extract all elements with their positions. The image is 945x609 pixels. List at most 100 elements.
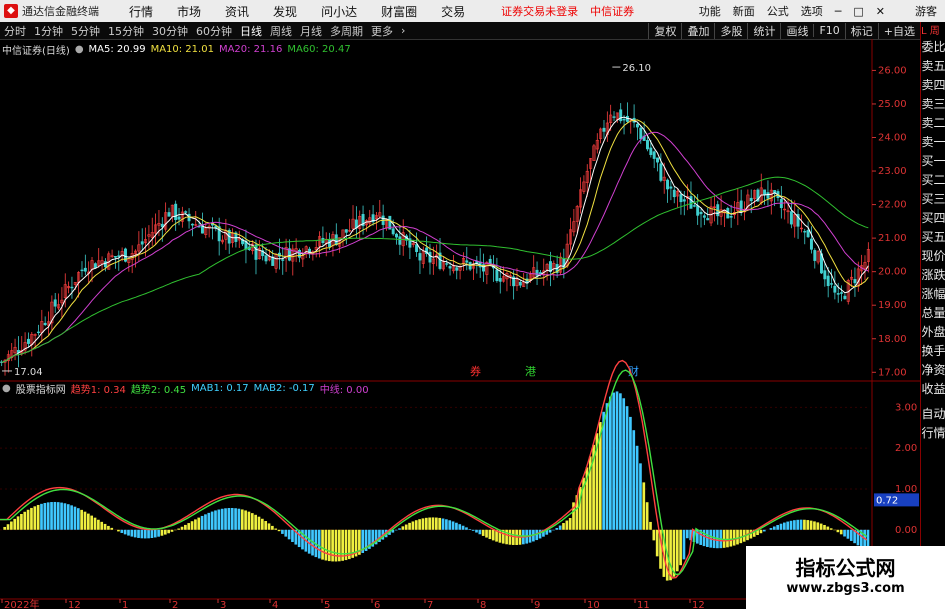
menu-new-page[interactable]: 新面	[733, 3, 755, 19]
side-item[interactable]: 卖四	[921, 76, 945, 95]
indicator-bar	[605, 403, 609, 530]
menu-item-news[interactable]: 资讯	[225, 3, 249, 20]
side-item[interactable]: 行情	[921, 424, 945, 443]
x-axis: 2022年 12 1 2 3 4 5 6 7 8 9 10 11 12	[0, 598, 872, 609]
x-tick-label: 1	[122, 600, 128, 609]
btn-draw[interactable]: 画线	[780, 22, 813, 39]
side-item[interactable]: 收益	[921, 380, 945, 399]
indicator-bar	[327, 529, 331, 562]
indicator-bar	[271, 525, 274, 530]
btn-overlay[interactable]: 叠加	[681, 22, 714, 39]
side-item[interactable]: 外盘	[921, 323, 945, 342]
side-item[interactable]: 买四	[921, 209, 945, 228]
broker-name[interactable]: 中信证券	[590, 3, 634, 19]
side-item[interactable]: 卖一	[921, 133, 945, 152]
stock-title[interactable]: 中信证券(日线)	[2, 42, 70, 57]
chart-canvas[interactable]: 26.0025.0024.0023.0022.0021.0020.0019.00…	[0, 39, 920, 609]
login-warning[interactable]: 证券交易未登录	[501, 3, 578, 19]
side-item[interactable]: 涨幅	[921, 285, 945, 304]
period-timeshare[interactable]: 分时	[0, 23, 30, 39]
menu-item-ask[interactable]: 问小达	[321, 3, 357, 20]
indicator-bar	[187, 523, 191, 530]
side-item[interactable]: 买三	[921, 190, 945, 209]
indicator-title[interactable]: 股票指标网	[16, 381, 66, 396]
period-5min[interactable]: 5分钟	[67, 23, 104, 39]
indicator-bar	[204, 514, 207, 530]
menu-item-quotes[interactable]: 行情	[129, 3, 153, 20]
side-item[interactable]: 现价	[921, 247, 945, 266]
menu-item-discover[interactable]: 发现	[273, 3, 297, 20]
side-item[interactable]: 买一	[921, 152, 945, 171]
candle-body	[836, 293, 840, 295]
candle-body	[70, 286, 74, 289]
side-item[interactable]: 净资	[921, 361, 945, 380]
side-item[interactable]: 买二	[921, 171, 945, 190]
btn-f10[interactable]: F10	[813, 24, 844, 37]
menu-function[interactable]: 功能	[699, 3, 721, 19]
btn-statistics[interactable]: 统计	[747, 22, 780, 39]
side-item[interactable]: 总量	[921, 304, 945, 323]
period-monthly[interactable]: 月线	[296, 23, 326, 39]
indicator-bar	[639, 463, 642, 530]
menu-item-trade[interactable]: 交易	[441, 3, 465, 20]
btn-adjust[interactable]: 复权	[648, 22, 681, 39]
indicator-bar	[284, 529, 288, 537]
indicator-bar	[210, 511, 214, 530]
moving-averages	[1, 116, 869, 363]
menu-options[interactable]: 选项	[801, 3, 823, 19]
side-item[interactable]: 卖五	[921, 57, 945, 76]
candle-body	[699, 211, 703, 215]
candle-body	[830, 283, 833, 285]
indicator-bar	[558, 525, 562, 530]
guest-label[interactable]: 游客	[915, 3, 937, 19]
period-multi[interactable]: 多周期	[326, 23, 367, 39]
period-more[interactable]: 更多	[367, 23, 397, 39]
indicator-bar	[846, 529, 850, 539]
side-item[interactable]: 委比	[921, 38, 945, 57]
indicator-bar	[424, 517, 428, 530]
period-30min[interactable]: 30分钟	[148, 23, 192, 39]
side-corner[interactable]: L 周	[921, 22, 940, 37]
period-toolbar: 分时 1分钟 5分钟 15分钟 30分钟 60分钟 日线 周线 月线 多周期 更…	[0, 22, 920, 40]
period-weekly[interactable]: 周线	[266, 23, 296, 39]
side-item[interactable]: 卖二	[921, 114, 945, 133]
period-15min[interactable]: 15分钟	[104, 23, 148, 39]
indicator-bar	[291, 529, 294, 542]
period-60min[interactable]: 60分钟	[192, 23, 236, 39]
indicator-bar	[562, 523, 565, 530]
period-daily[interactable]: 日线	[236, 23, 266, 39]
sub-grid	[0, 406, 870, 531]
x-tick-label: 12	[692, 600, 705, 609]
btn-mark[interactable]: 标记	[844, 22, 878, 39]
menu-formula[interactable]: 公式	[767, 3, 789, 19]
indicator-bar	[234, 508, 237, 530]
btn-add-watchlist[interactable]: +自选	[877, 22, 920, 39]
menu-item-wealth[interactable]: 财富圈	[381, 3, 417, 20]
sub-y-tick-label: 0.00	[895, 525, 917, 536]
indicator-bar	[682, 529, 686, 560]
indicator-bar	[836, 529, 840, 533]
menu-item-market[interactable]: 市场	[177, 3, 201, 20]
indicator-bar	[117, 529, 120, 532]
side-item[interactable]: 换手	[921, 342, 945, 361]
candle-body	[264, 255, 268, 262]
indicator-bar	[398, 528, 401, 530]
settings-dot-icon[interactable]: ●	[2, 383, 11, 394]
settings-dot-icon[interactable]: ●	[75, 44, 84, 55]
candle-body	[334, 234, 338, 246]
low-label: 17.04	[14, 367, 43, 378]
minimize-icon[interactable]: ─	[835, 5, 842, 18]
indicator-bar	[227, 508, 231, 530]
side-item[interactable]: 买五	[921, 228, 945, 247]
maximize-icon[interactable]: □	[853, 5, 863, 18]
y-tick-label: 17.00	[878, 367, 907, 378]
indicator-bar	[220, 508, 224, 530]
side-item[interactable]: 涨跌	[921, 266, 945, 285]
btn-multi-stock[interactable]: 多股	[714, 22, 747, 39]
chevron-right-icon[interactable]: ›	[397, 24, 409, 37]
side-item[interactable]: 自动	[921, 405, 945, 424]
side-item[interactable]: 卖三	[921, 95, 945, 114]
close-icon[interactable]: ✕	[876, 5, 885, 18]
ma20-line	[1, 131, 869, 363]
period-1min[interactable]: 1分钟	[30, 23, 67, 39]
